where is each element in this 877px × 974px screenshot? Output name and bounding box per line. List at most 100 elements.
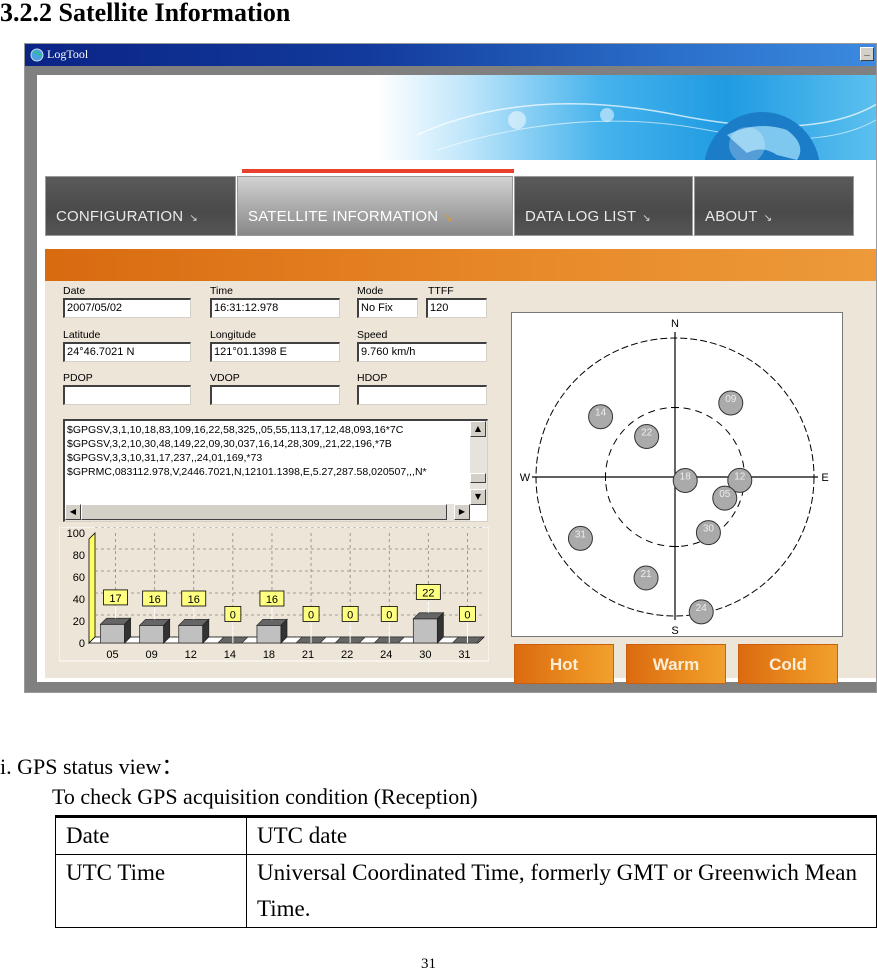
scroll-right-arrow-icon[interactable]: ▶ <box>454 504 470 520</box>
tab-label: ABOUT <box>705 208 758 225</box>
title-bar[interactable]: LogTool _ <box>25 44 876 66</box>
arrow-icon: ↘ <box>642 213 651 224</box>
x-tick-label: 22 <box>341 649 353 661</box>
longitude-field[interactable]: 121°01.1398 E <box>210 342 340 362</box>
nmea-line: $GPGSV,3,3,10,31,17,237,,24,01,169,*73 <box>67 452 263 464</box>
vdop-field[interactable] <box>210 385 340 405</box>
ttff-field[interactable]: 120 <box>426 298 487 318</box>
section-heading: 3.2.2 Satellite Information <box>0 0 291 27</box>
data-label: 0 <box>464 609 470 621</box>
app-client-area: CONFIGURATION ↘ SATELLITE INFORMATION ↘ DA… <box>37 75 876 684</box>
satellite-marker: 31 <box>567 525 593 551</box>
y-tick-label: 0 <box>79 638 85 650</box>
east-label: E <box>821 472 828 484</box>
satellite-marker: 09 <box>718 390 744 416</box>
nmea-text: $GPGSV,3,1,10,18,83,109,16,22,58,325,,05… <box>67 423 467 479</box>
x-tick-label: 05 <box>106 649 118 661</box>
pdop-field[interactable] <box>63 385 191 405</box>
header-banner <box>37 75 876 160</box>
satellite-marker: 18 <box>672 468 698 494</box>
satellite-prn-label: 31 <box>575 529 587 540</box>
satellite-prn-label: 14 <box>595 408 607 419</box>
satellite-prn-label: 24 <box>696 603 708 614</box>
app-globe-icon <box>30 48 44 62</box>
x-tick-label: 18 <box>263 649 275 661</box>
satellite-prn-label: 12 <box>734 471 746 482</box>
vdop-label: VDOP <box>210 372 240 384</box>
satellite-prn-label: 30 <box>703 524 715 535</box>
hot-start-button[interactable]: Hot <box>514 644 614 684</box>
bar <box>139 625 165 644</box>
bar <box>178 625 204 644</box>
horizontal-scrollbar[interactable]: ◀ ▶ <box>65 504 470 521</box>
latitude-field[interactable]: 24°46.7021 N <box>63 342 191 362</box>
bar <box>100 623 125 644</box>
x-tick-label: 31 <box>458 649 470 661</box>
tab-satellite-information[interactable]: SATELLITE INFORMATION ↘ <box>237 176 513 236</box>
satellite-prn-label: 21 <box>640 569 652 580</box>
south-label: S <box>671 625 678 637</box>
tab-data-log-list[interactable]: DATA LOG LIST ↘ <box>514 176 693 236</box>
satellite-marker: 14 <box>588 404 614 430</box>
x-tick-label: 09 <box>146 649 158 661</box>
arrow-icon: ↘ <box>189 213 198 224</box>
satellite-marker: 30 <box>695 520 721 546</box>
y-tick-label: 40 <box>73 594 85 606</box>
minimize-button[interactable]: _ <box>860 47 874 61</box>
scroll-thumb[interactable] <box>470 473 486 483</box>
scroll-up-arrow-icon[interactable]: ▲ <box>470 421 486 437</box>
date-field[interactable]: 2007/05/02 <box>63 298 191 318</box>
west-label: W <box>520 472 531 484</box>
x-tick-label: 21 <box>302 649 314 661</box>
data-label: 22 <box>422 587 434 599</box>
nmea-line: $GPGSV,3,1,10,18,83,109,16,22,58,325,,05… <box>67 424 404 436</box>
y-tick-label: 80 <box>73 550 85 562</box>
tab-configuration[interactable]: CONFIGURATION ↘ <box>45 176 236 236</box>
mode-field[interactable]: No Fix <box>357 298 418 318</box>
data-label: 0 <box>308 609 314 621</box>
term-cell: UTC Time <box>55 854 247 928</box>
y-tick-label: 20 <box>73 616 85 628</box>
item-title: i. GPS status view： <box>0 754 184 779</box>
tab-about[interactable]: ABOUT ↘ <box>694 176 854 236</box>
speed-label: Speed <box>357 329 388 341</box>
term-cell: Date <box>55 815 247 855</box>
data-label: 0 <box>386 609 392 621</box>
latitude-label: Latitude <box>63 329 101 341</box>
satellite-info-panel: Date 2007/05/02 Time 16:31:12.978 Mode N… <box>45 249 876 684</box>
page-number: 31 <box>421 956 436 972</box>
y-tick-label: 100 <box>67 528 85 540</box>
definition-table: Date UTC date UTC Time Universal Coordin… <box>55 815 877 928</box>
data-label: 0 <box>347 609 353 621</box>
tab-label: SATELLITE INFORMATION <box>248 208 439 225</box>
satellite-marker: 21 <box>633 565 659 591</box>
panel-header-bar <box>45 249 876 281</box>
vertical-scrollbar[interactable]: ▲ ▼ <box>470 421 487 505</box>
scroll-down-arrow-icon[interactable]: ▼ <box>470 489 486 505</box>
satellite-prn-label: 22 <box>641 428 653 439</box>
scroll-left-arrow-icon[interactable]: ◀ <box>65 504 81 520</box>
y-tick-label: 60 <box>73 572 85 584</box>
banner-globe-icon <box>416 103 876 160</box>
tab-label: CONFIGURATION <box>56 208 184 225</box>
cold-start-button[interactable]: Cold <box>738 644 838 684</box>
table-row: UTC Time Universal Coordinated Time, for… <box>55 854 877 928</box>
warm-start-button[interactable]: Warm <box>626 644 726 684</box>
data-label: 16 <box>188 594 200 606</box>
desc-cell: Universal Coordinated Time, formerly GMT… <box>246 854 877 928</box>
nmea-line: $GPRMC,083112.978,V,2446.7021,N,12101.13… <box>67 466 427 478</box>
nmea-log-box[interactable]: $GPGSV,3,1,10,18,83,109,16,22,58,325,,05… <box>63 419 488 522</box>
hdop-field[interactable] <box>357 385 487 405</box>
speed-field[interactable]: 9.760 km/h <box>357 342 487 362</box>
time-field[interactable]: 16:31:12.978 <box>210 298 340 318</box>
x-tick-label: 12 <box>185 649 197 661</box>
satellite-prn-label: 05 <box>719 489 731 500</box>
satellite-prn-label: 09 <box>725 394 737 405</box>
x-tick-label: 24 <box>380 649 392 661</box>
ttff-label: TTFF <box>428 285 454 297</box>
hdop-label: HDOP <box>357 372 388 384</box>
snr-bar-chart: 0 20 40 60 80 100 17 05 16 09 16 12 0 14 16 18 0 21 0 22 0 24… <box>59 527 489 662</box>
arrow-icon: ↘ <box>444 213 453 224</box>
scroll-thumb[interactable] <box>81 504 447 520</box>
x-tick-label: 14 <box>224 649 236 661</box>
